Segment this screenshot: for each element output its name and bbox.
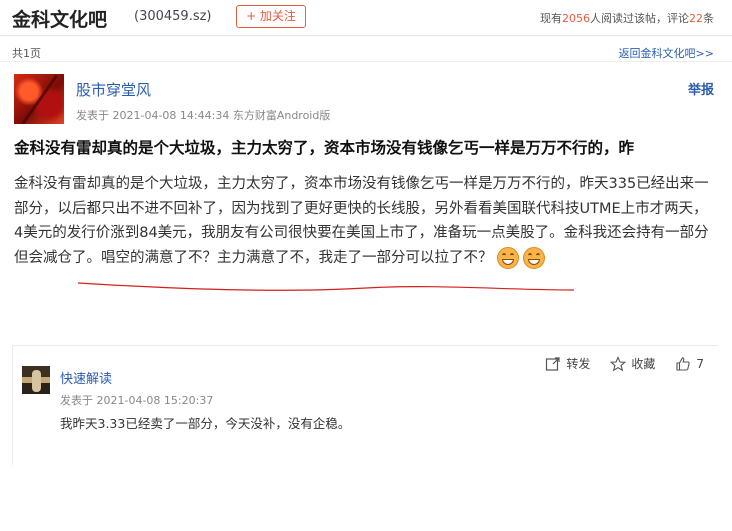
back-to-bar-link[interactable]: 返回金科文化吧>>	[619, 45, 714, 61]
reply-text: 我昨天3.33已经卖了一部分，今天没补，没有企稳。	[60, 416, 351, 431]
share-label: 转发	[566, 357, 591, 371]
post-meta: 发表于 2021-04-08 14:44:34 东方财富Android版	[76, 109, 331, 122]
collect-label: 收藏	[631, 357, 656, 371]
handwritten-underline	[77, 282, 575, 291]
reply-author-avatar[interactable]	[22, 366, 50, 394]
stats-prefix: 现有	[540, 12, 562, 25]
page-count: 共1页	[12, 47, 41, 60]
emoji-row	[496, 246, 545, 269]
grin-emoji-icon	[522, 246, 545, 269]
author-avatar[interactable]	[14, 74, 64, 124]
reply-meta: 发表于 2021-04-08 15:20:37	[60, 394, 214, 407]
star-icon	[610, 355, 627, 371]
follow-button[interactable]: + 加关注	[236, 5, 306, 28]
stats-middle: 人阅读过该帖，评论	[590, 12, 689, 25]
post-actions: 转发 收藏 7	[545, 355, 704, 372]
share-icon	[546, 356, 560, 371]
page-header: 金科文化吧 (300459.sz) + 加关注 现有2056人阅读过该帖，评论2…	[0, 0, 732, 36]
like-button[interactable]: 7	[675, 355, 704, 372]
grin-emoji-icon	[496, 246, 519, 269]
like-count: 7	[696, 356, 704, 371]
reader-count: 2056	[562, 12, 590, 25]
post-author[interactable]: 股市穿堂风	[76, 79, 151, 100]
stock-code: (300459.sz)	[134, 9, 212, 24]
comment-count: 22	[689, 12, 703, 25]
stats-suffix: 条	[703, 12, 714, 25]
sub-bar: 共1页 返回金科文化吧>>	[0, 40, 732, 62]
report-button[interactable]: 举报	[688, 79, 714, 98]
post-body: 金科没有雷却真的是个大垃圾，主力太穷了，资本市场没有钱像乞丐一样是万万不行的，昨…	[14, 172, 714, 270]
reply-author[interactable]: 快速解读	[60, 368, 112, 387]
share-button[interactable]: 转发	[545, 355, 590, 372]
post-stats: 现有2056人阅读过该帖，评论22条	[540, 10, 714, 26]
collect-button[interactable]: 收藏	[610, 355, 655, 372]
post-body-text: 金科没有雷却真的是个大垃圾，主力太穷了，资本市场没有钱像乞丐一样是万万不行的，昨…	[14, 176, 709, 266]
post-title: 金科没有雷却真的是个大垃圾，主力太穷了，资本市场没有钱像乞丐一样是万万不行的，昨	[14, 139, 635, 157]
thumbs-up-icon	[676, 356, 691, 371]
bar-title[interactable]: 金科文化吧	[12, 5, 107, 32]
